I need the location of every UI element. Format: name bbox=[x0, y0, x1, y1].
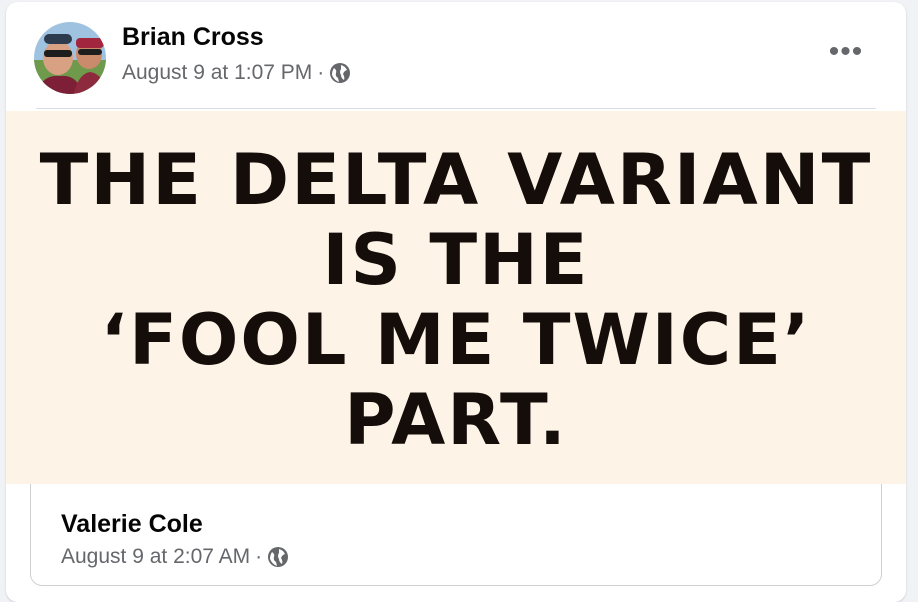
more-options-button[interactable]: ••• bbox=[820, 34, 872, 70]
globe-icon[interactable] bbox=[329, 62, 351, 84]
shared-post-timestamp[interactable]: August 9 at 2:07 AM bbox=[61, 545, 250, 569]
post-author-name[interactable]: Brian Cross bbox=[122, 23, 264, 52]
meta-separator: · bbox=[317, 61, 325, 84]
meme-line-4: PART. bbox=[344, 379, 568, 461]
shared-post-author-name[interactable]: Valerie Cole bbox=[61, 510, 203, 539]
shared-meta-separator: · bbox=[255, 545, 263, 568]
shared-post-card[interactable]: Valerie Cole August 9 at 2:07 AM · bbox=[30, 484, 882, 586]
meme-image[interactable]: THE DELTA VARIANT IS THE ‘FOOL ME TWICE’… bbox=[6, 111, 906, 484]
meme-line-2: IS THE bbox=[322, 219, 590, 301]
header-divider bbox=[36, 108, 876, 109]
shared-post-meta: August 9 at 2:07 AM · bbox=[61, 545, 289, 569]
post-meta: August 9 at 1:07 PM · bbox=[122, 61, 351, 85]
meme-line-3: ‘FOOL ME TWICE’ bbox=[100, 299, 812, 381]
post-timestamp[interactable]: August 9 at 1:07 PM bbox=[122, 61, 312, 85]
avatar[interactable] bbox=[34, 22, 106, 94]
globe-icon[interactable] bbox=[267, 546, 289, 568]
meme-line-1: THE DELTA VARIANT bbox=[39, 139, 873, 221]
more-options-icon: ••• bbox=[828, 35, 864, 68]
